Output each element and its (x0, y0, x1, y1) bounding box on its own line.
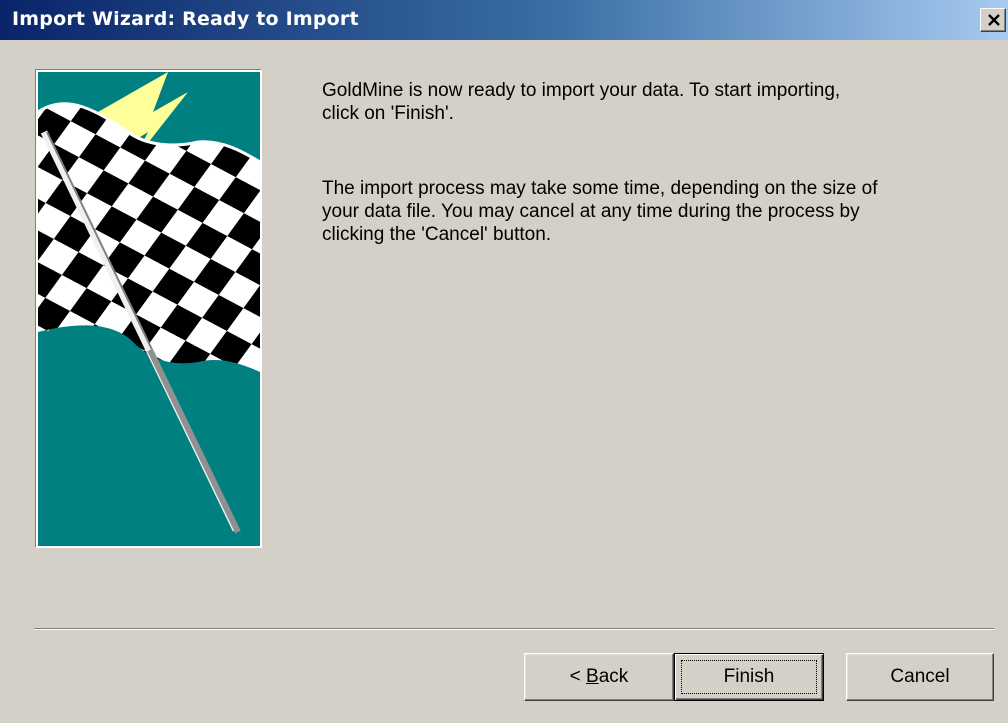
checkered-flag-icon (38, 72, 260, 546)
close-icon (988, 14, 1000, 26)
window-title: Import Wizard: Ready to Import (12, 8, 359, 30)
ready-message: GoldMine is now ready to import your dat… (322, 80, 841, 124)
back-label-rest: ack (598, 666, 629, 687)
back-label-prefix: < (569, 666, 587, 687)
wizard-checkered-flag-image (36, 70, 262, 548)
finish-label: Finish (681, 660, 817, 694)
import-info-message: The import process may take some time, d… (322, 178, 878, 245)
back-button[interactable]: < Back (524, 653, 674, 701)
title-bar[interactable]: Import Wizard: Ready to Import (0, 0, 1008, 40)
back-label: < Back (570, 666, 629, 688)
cancel-button[interactable]: Cancel (846, 653, 994, 701)
import-wizard-dialog: Import Wizard: Ready to Import GoldMine … (0, 0, 1008, 723)
back-label-mnemonic: B (586, 666, 599, 687)
finish-button[interactable]: Finish (674, 653, 824, 701)
button-separator (34, 628, 994, 630)
close-button[interactable] (980, 8, 1006, 32)
